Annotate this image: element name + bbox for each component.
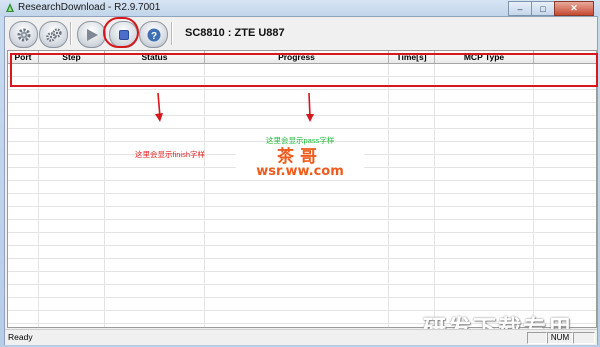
gear-icon xyxy=(17,28,30,41)
arrow-down-icon xyxy=(306,93,314,122)
arrow-down-icon xyxy=(155,93,163,122)
window-title: ResearchDownload - R2.9.7001 xyxy=(18,2,161,13)
client-area: ? SC8810 : ZTE U887 Port Step Status Pro… xyxy=(4,16,598,345)
port-grid[interactable]: Port Step Status Progress Time[s] MCP Ty… xyxy=(7,50,598,328)
status-panel xyxy=(527,332,547,344)
column-header-port[interactable]: Port xyxy=(8,51,39,63)
title-bar[interactable]: ResearchDownload - R2.9.7001 – □ ✕ xyxy=(0,0,600,16)
column-header-progress[interactable]: Progress xyxy=(205,51,389,63)
close-button[interactable]: ✕ xyxy=(554,1,594,16)
column-header-step[interactable]: Step xyxy=(39,51,105,63)
toolbar-divider xyxy=(70,22,72,45)
stop-button-highlight xyxy=(103,17,139,48)
help-button[interactable]: ? xyxy=(139,21,168,48)
play-icon xyxy=(86,28,98,41)
pass-annotation: 这里会显示pass字样 xyxy=(266,136,335,145)
maximize-button[interactable]: □ xyxy=(531,1,555,16)
logo-watermark: 茶哥 wsr.ww.com xyxy=(236,148,364,179)
column-header-status[interactable]: Status xyxy=(105,51,205,63)
settings-button[interactable] xyxy=(9,21,38,48)
device-label: SC8810 : ZTE U887 xyxy=(185,27,285,39)
gears-icon xyxy=(45,27,62,42)
svg-text:?: ? xyxy=(150,31,156,42)
app-window: ResearchDownload - R2.9.7001 – □ ✕ ? SC8… xyxy=(0,0,600,347)
logo-watermark-bottom: wsr.ww.com xyxy=(256,164,344,179)
finish-annotation: 这里会显示finish字样 xyxy=(135,150,206,159)
column-header-extra[interactable] xyxy=(534,51,596,63)
minimize-button[interactable]: – xyxy=(508,1,532,16)
status-bar: Ready NUM xyxy=(5,329,597,345)
status-panel-num: NUM xyxy=(547,332,573,344)
load-packet-button[interactable] xyxy=(39,21,68,48)
start-button[interactable] xyxy=(77,21,106,48)
app-icon xyxy=(6,3,14,12)
grid-header: Port Step Status Progress Time[s] MCP Ty… xyxy=(8,51,596,64)
column-header-time[interactable]: Time[s] xyxy=(389,51,435,63)
help-icon: ? xyxy=(147,28,160,42)
toolbar: ? SC8810 : ZTE U887 xyxy=(5,17,597,49)
status-panel xyxy=(573,332,595,344)
status-text: Ready xyxy=(8,332,33,342)
column-header-mcp-type[interactable]: MCP Type xyxy=(435,51,534,63)
toolbar-divider xyxy=(171,22,173,45)
window-controls: – □ ✕ xyxy=(508,1,594,16)
